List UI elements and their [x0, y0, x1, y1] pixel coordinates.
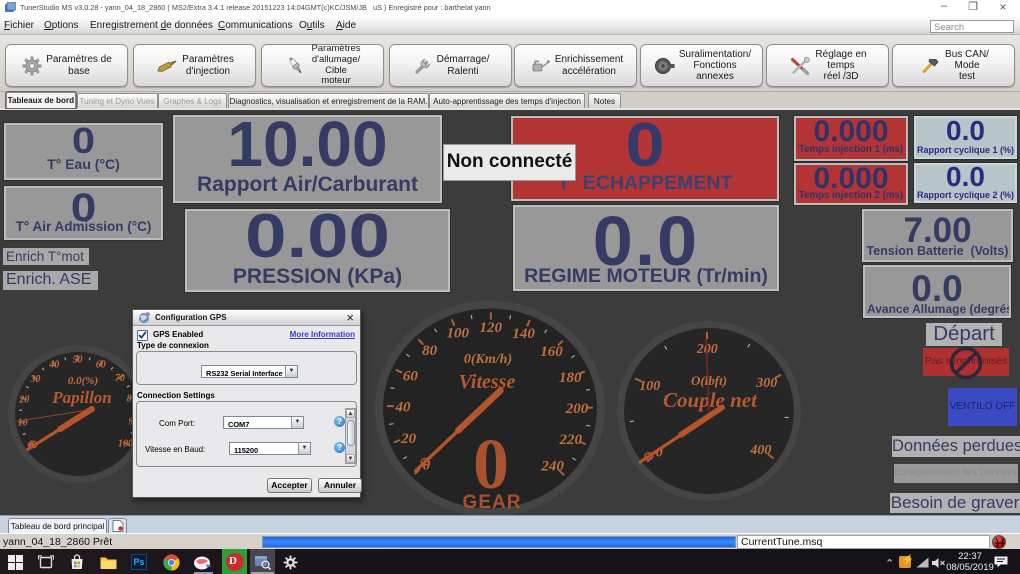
svg-text:20: 20	[18, 394, 29, 405]
svg-text:O(lbft): O(lbft)	[691, 373, 727, 388]
svg-text:120: 120	[480, 320, 503, 336]
svg-text:60: 60	[96, 359, 106, 370]
svg-text:0(Km/h): 0(Km/h)	[464, 352, 512, 367]
svg-text:160: 160	[540, 344, 563, 360]
svg-text:70: 70	[115, 373, 125, 384]
svg-text:30: 30	[29, 374, 40, 385]
svg-text:Couple net: Couple net	[663, 388, 758, 412]
svg-text:10: 10	[18, 418, 28, 429]
svg-text:140: 140	[512, 326, 535, 342]
svg-text:GEAR: GEAR	[463, 492, 522, 513]
svg-text:100: 100	[447, 326, 470, 342]
svg-text:200: 200	[565, 401, 589, 417]
svg-text:60: 60	[403, 369, 419, 385]
svg-text:20: 20	[400, 431, 417, 447]
svg-text:Vitesse: Vitesse	[459, 371, 516, 393]
svg-text:50: 50	[73, 355, 83, 366]
svg-text:240: 240	[540, 459, 564, 475]
svg-text:400: 400	[749, 443, 771, 458]
svg-text:40: 40	[48, 360, 59, 371]
svg-text:100: 100	[118, 439, 133, 450]
svg-text:80: 80	[422, 343, 438, 359]
svg-text:180: 180	[559, 370, 582, 386]
svg-text:300: 300	[755, 376, 777, 391]
svg-text:0.0(%): 0.0(%)	[68, 375, 98, 387]
svg-text:220: 220	[559, 432, 583, 448]
svg-text:Papillon: Papillon	[51, 388, 112, 407]
svg-text:40: 40	[395, 400, 412, 416]
svg-text:100: 100	[639, 379, 660, 394]
